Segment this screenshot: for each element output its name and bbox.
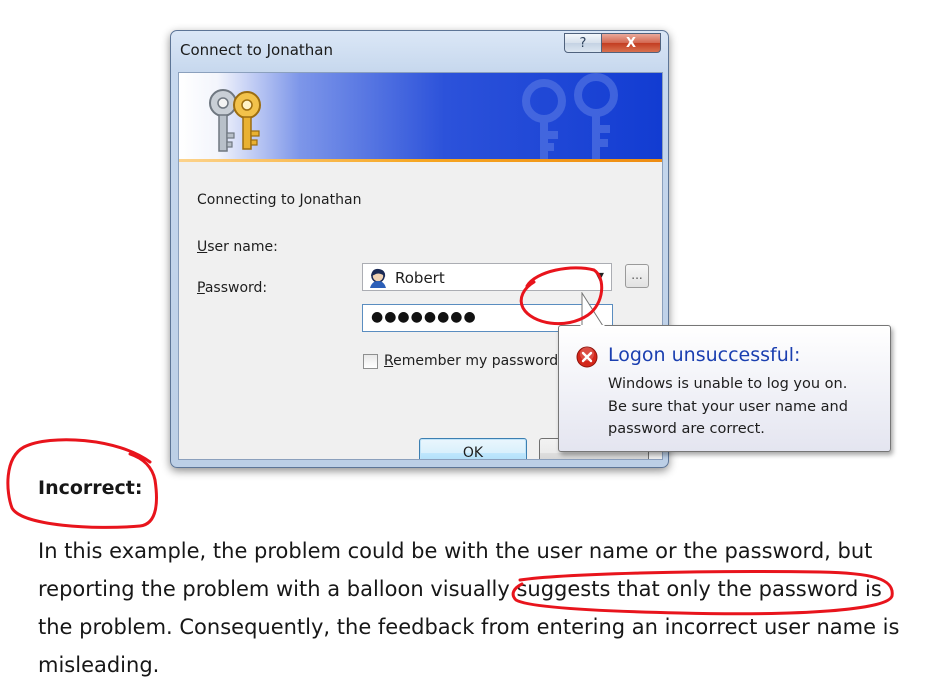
- remember-password-checkbox[interactable]: [363, 354, 378, 369]
- error-icon: [576, 346, 598, 368]
- dialog-title: Connect to Jonathan: [180, 41, 334, 59]
- dropdown-arrow-icon[interactable]: ▼: [596, 270, 604, 283]
- error-balloon: Logon unsuccessful: Windows is unable to…: [558, 325, 891, 452]
- balloon-message-line: password are correct.: [608, 421, 765, 437]
- password-label-text: assword:: [204, 280, 268, 296]
- section-heading: Incorrect:: [38, 477, 143, 499]
- username-label: User name:: [197, 239, 278, 255]
- username-value: Robert: [395, 269, 445, 287]
- article-paragraph: In this example, the problem could be wi…: [38, 532, 918, 684]
- title-buttons: ? X: [564, 33, 661, 53]
- username-label-text: ser name:: [207, 239, 278, 255]
- password-label: Password:: [197, 280, 267, 296]
- paragraph-line: reporting the problem with a balloon vis…: [38, 577, 882, 601]
- remember-password-label[interactable]: Remember my password: [384, 353, 558, 369]
- user-avatar-icon: [370, 268, 386, 288]
- remember-label-mnemonic: R: [384, 353, 394, 369]
- balloon-tail: [580, 292, 605, 328]
- ok-button[interactable]: OK: [419, 438, 527, 459]
- balloon-message: Windows is unable to log you on. Be sure…: [608, 373, 848, 441]
- keys-watermark-icon: [522, 73, 618, 159]
- connecting-text: Connecting to Jonathan: [197, 192, 362, 208]
- username-label-mnemonic: U: [197, 239, 208, 255]
- paragraph-line: In this example, the problem could be wi…: [38, 539, 873, 563]
- dialog-banner: [179, 73, 662, 159]
- balloon-message-line: Be sure that your user name and: [608, 398, 848, 415]
- banner-accent-strip: [179, 159, 662, 162]
- paragraph-line: the problem. Consequently, the feedback …: [38, 615, 900, 639]
- browse-users-button[interactable]: ...: [625, 264, 649, 288]
- password-mask: ●●●●●●●●: [371, 309, 477, 325]
- balloon-title: Logon unsuccessful:: [608, 344, 801, 366]
- paragraph-line: misleading.: [38, 653, 160, 677]
- keys-icon: [209, 89, 261, 152]
- close-button[interactable]: X: [602, 33, 661, 53]
- username-combobox[interactable]: Robert ▼: [362, 263, 612, 291]
- help-button[interactable]: ?: [564, 33, 602, 53]
- balloon-message-line: Windows is unable to log you on.: [608, 376, 848, 392]
- password-label-mnemonic: P: [197, 280, 205, 296]
- remember-label-text: emember my password: [393, 353, 559, 369]
